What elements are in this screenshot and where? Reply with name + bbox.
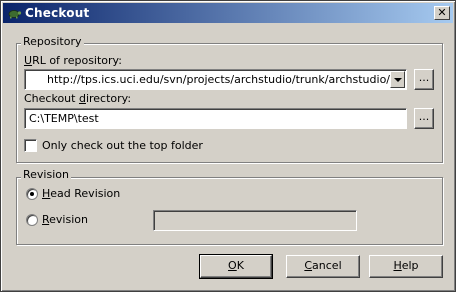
revision-group-label: Revision: [21, 168, 71, 181]
url-value: http://tps.ics.uci.edu/svn/projects/arch…: [47, 73, 391, 86]
url-label: URL of repository:: [24, 54, 122, 67]
ok-accel: O: [228, 259, 237, 272]
close-icon: ✕: [437, 6, 447, 19]
tortoise-icon: [8, 10, 22, 19]
help-accel: H: [393, 259, 402, 272]
close-button[interactable]: ✕: [434, 6, 450, 20]
browse-url-label: ...: [418, 71, 430, 84]
browse-dir-label: ...: [418, 110, 430, 123]
url-combobox[interactable]: http://tps.ics.uci.edu/svn/projects/arch…: [24, 69, 407, 90]
browse-url-button[interactable]: ...: [414, 69, 434, 90]
cancel-button[interactable]: Cancel: [286, 255, 360, 278]
checkout-dialog: Checkout ✕ Repository URL of repository:…: [0, 0, 456, 292]
top-folder-checkbox[interactable]: [24, 139, 37, 152]
title-bar[interactable]: Checkout ✕: [3, 3, 453, 23]
cancel-label: ancel: [312, 259, 342, 272]
revision-input[interactable]: [153, 210, 357, 231]
ok-button[interactable]: OK: [199, 254, 273, 279]
window-title: Checkout: [25, 6, 90, 20]
checkout-dir-input[interactable]: C:\TEMP\test: [24, 108, 407, 129]
head-revision-label[interactable]: Head Revision: [42, 187, 120, 200]
top-folder-label[interactable]: Only check out the top folder: [42, 139, 203, 152]
help-button[interactable]: Help: [369, 255, 443, 278]
head-revision-radio[interactable]: [26, 188, 38, 200]
revision-radio[interactable]: [26, 214, 38, 226]
checkout-dir-value: C:\TEMP\test: [29, 112, 99, 125]
checkout-dir-label: Checkout directory:: [24, 92, 132, 105]
revision-label[interactable]: Revision: [42, 213, 88, 226]
browse-dir-button[interactable]: ...: [414, 108, 434, 129]
cancel-accel: C: [304, 259, 313, 272]
help-label: elp: [401, 259, 419, 272]
repository-group-label: Repository: [21, 35, 84, 48]
ok-label: K: [236, 259, 244, 272]
chevron-down-icon[interactable]: [390, 71, 405, 88]
